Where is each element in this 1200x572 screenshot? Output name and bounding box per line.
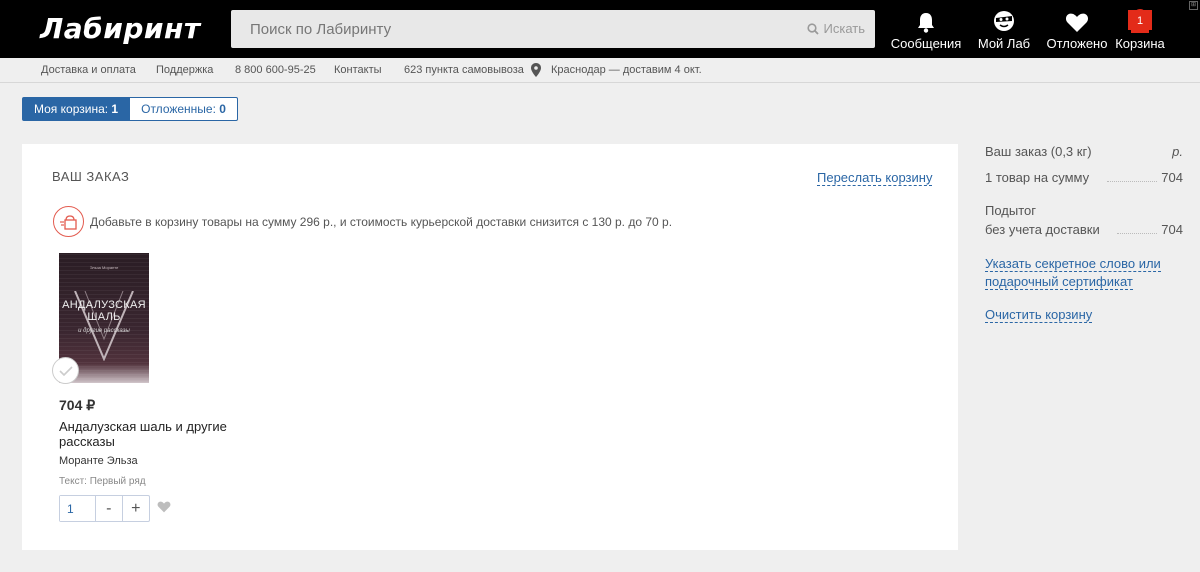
decrease-quantity-button[interactable]: - [96,496,123,521]
cover-title-line2: ШАЛЬ [87,311,121,323]
quantity-input[interactable] [60,496,96,521]
delivery-discount-icon [53,206,84,237]
my-lab-button[interactable]: Мой Лаб [964,9,1044,51]
cover-title-line1: АНДАЛУЗСКАЯ [62,299,146,311]
delivery-link[interactable]: Доставка и оплата [41,64,136,76]
increase-quantity-button[interactable]: + [123,496,149,521]
heart-icon [1065,13,1089,32]
forward-cart-link[interactable]: Переслать корзину [817,170,933,186]
cart-label: Корзина [1115,36,1165,51]
order-title: ВАШ ЗАКАЗ [52,169,130,184]
clear-cart-link[interactable]: Очистить корзину [985,306,1093,324]
cart-count-badge: 1 [1128,10,1152,30]
search-button[interactable]: Искать [806,21,866,36]
items-count-label: 1 товар на сумму [985,170,1090,185]
order-weight-label: Ваш заказ (0,3 кг) [985,144,1092,159]
clear-cart-link-text: Очистить корзину [985,307,1093,323]
item-price: 704 ₽ [59,397,96,413]
my-lab-label: Мой Лаб [977,36,1031,51]
sub-navigation: Доставка и оплата Поддержка 8 800 600-95… [0,58,1200,83]
tab-deferred-count: 0 [219,102,226,116]
pickup-points-link[interactable]: 623 пункта самовывоза [404,64,524,76]
site-logo[interactable]: Лабиринт [40,12,201,45]
currency-label: р. [1172,144,1183,159]
items-sum: 704 [1161,170,1183,185]
dotted-leader [1107,181,1157,182]
site-header: Лабиринт Искать Сообщения Мой Лаб Отложе… [0,0,1200,58]
secret-word-link[interactable]: Указать секретное слово или подарочный с… [985,255,1175,291]
delivery-promo-text: Добавьте в корзину товары на сумму 296 р… [90,215,673,229]
location-pin-icon [531,63,541,77]
subtotal-sum: 704 [1161,222,1183,237]
item-author-link[interactable]: Моранте Эльза [59,455,138,467]
messages-button[interactable]: Сообщения [886,9,966,51]
select-item-checkbox[interactable] [52,357,79,384]
dotted-leader [1117,233,1157,234]
add-to-deferred-heart-icon[interactable] [157,500,171,513]
cover-author: Эльза Моранте [89,265,119,270]
secret-word-link-text: Указать секретное слово или подарочный с… [985,256,1161,290]
tab-deferred[interactable]: Отложенные: 0 [130,97,238,121]
cart-tabs: Моя корзина: 1 Отложенные: 0 [22,97,238,121]
search-input[interactable] [231,10,791,48]
checkmark-icon [58,365,73,376]
order-card: ВАШ ЗАКАЗ Переслать корзину Добавьте в к… [22,144,958,550]
item-title-link[interactable]: Андалузская шаль и другие рассказы [59,419,229,449]
user-mask-icon [994,11,1014,31]
tab-my-cart-label: Моя корзина: [34,102,109,116]
expand-icon[interactable]: ⊞ [1189,1,1198,10]
subtotal-label: Подытог [985,203,1036,218]
messages-label: Сообщения [890,36,962,51]
phone-number[interactable]: 8 800 600-95-25 [235,64,316,76]
subtotal-note: без учета доставки [985,222,1100,237]
cover-subtitle: и другие рассказы [78,328,130,334]
bell-icon [918,13,934,33]
search-button-label: Искать [823,21,866,36]
search-box: Искать [231,10,875,48]
quantity-stepper: - + [59,495,150,522]
item-translator: Текст: Первый ряд [59,476,146,487]
tab-my-cart-count: 1 [111,102,119,116]
location-selector[interactable]: Краснодар — доставим 4 окт. [551,64,702,76]
tab-deferred-label: Отложенные: [141,102,216,116]
tab-my-cart[interactable]: Моя корзина: 1 [22,97,131,121]
contacts-link[interactable]: Контакты [334,64,382,76]
search-icon [806,22,819,35]
support-link[interactable]: Поддержка [156,64,213,76]
